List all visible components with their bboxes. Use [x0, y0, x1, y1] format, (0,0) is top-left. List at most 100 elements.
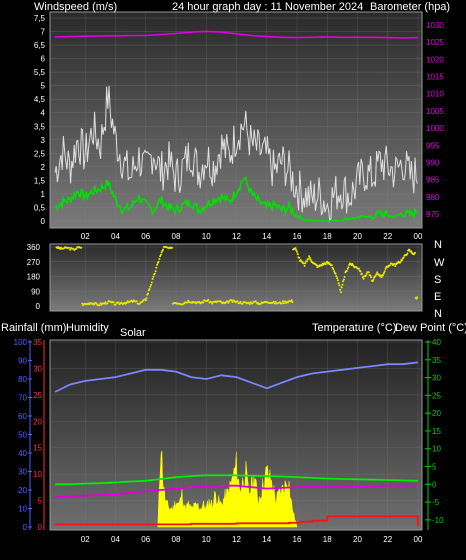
rain-y-tick-label: 15 [33, 444, 42, 453]
wind-direction-point [135, 300, 138, 303]
wind-direction-point [336, 279, 339, 282]
barometer-y-tick-label: 985 [426, 176, 440, 185]
weather-graph-page: Windspeed (m/s) 24 hour graph day : 11 N… [0, 0, 466, 555]
wind-direction-point [280, 302, 283, 305]
weather-graph-svg: Windspeed (m/s) 24 hour graph day : 11 N… [1, 1, 466, 544]
temperature-y-tick-label: -10 [432, 516, 444, 525]
wind-x-tick-label: 16 [293, 232, 302, 241]
wind-direction-point [342, 278, 345, 281]
wind-direction-point [339, 288, 342, 291]
wind-direction-point [308, 255, 311, 258]
wind-direction-point [156, 263, 159, 266]
wind-direction-point [347, 266, 350, 269]
wind-direction-point [401, 259, 404, 262]
humidity-y-tick-label: 20 [18, 486, 27, 495]
wind-direction-point [154, 270, 157, 273]
wind-direction-point [414, 251, 416, 254]
wind-direction-point [202, 301, 205, 304]
wind-direction-point [332, 268, 335, 270]
temperature-y-tick-label: 20 [432, 409, 441, 418]
wind-direction-point [383, 270, 386, 273]
wind-direction-point [291, 301, 294, 303]
wind-direction-point [236, 300, 239, 303]
wind-direction-point [251, 302, 254, 305]
compass-n-bottom: N [434, 308, 442, 320]
wind-direction-point [158, 258, 161, 260]
wind-direction-point [402, 256, 405, 259]
temp-x-tick-label: 04 [111, 535, 120, 544]
wind-direction-point [159, 253, 162, 256]
wind-direction-point [171, 246, 173, 249]
barometer-y-tick-label: 990 [426, 159, 440, 168]
humidity-y-tick-label: 100 [14, 338, 28, 347]
wind-direction-point [106, 302, 109, 305]
temperature-label: Temperature (°C) [312, 322, 396, 334]
wind-y-tick-label: 5,5 [34, 68, 46, 77]
wind-y-tick-label: 3,5 [34, 122, 46, 131]
wind-direction-point [153, 272, 156, 275]
wind-y-tick-label: 4,5 [34, 95, 46, 104]
temp-x-tick-label: 12 [232, 535, 241, 544]
wind-x-tick-label: 10 [202, 232, 211, 241]
wind-x-tick-label: 02 [81, 232, 90, 241]
wind-direction-point [342, 280, 345, 283]
temp-x-tick-label: 16 [293, 535, 302, 544]
compass-e: E [434, 291, 441, 303]
wind-direction-point [98, 304, 101, 307]
wind-y-tick-label: 6,5 [34, 41, 46, 50]
rain-y-tick-label: 10 [33, 470, 42, 479]
wind-x-tick-label: 04 [111, 232, 120, 241]
wind-direction-point [324, 263, 327, 266]
wind-y-tick-label: 0 [41, 217, 46, 226]
wind-direction-point [282, 302, 285, 305]
wind-direction-point [155, 266, 158, 269]
barometer-y-tick-label: 975 [426, 210, 440, 219]
humidity-y-tick-label: 90 [18, 357, 27, 366]
wind-direction-point [281, 300, 284, 303]
temperature-y-tick-label: 35 [432, 356, 441, 365]
wind-direction-point [296, 250, 298, 253]
wind-direction-point [186, 301, 189, 304]
graph-title: 24 hour graph day : 11 November 2024 [172, 1, 363, 13]
temp-x-tick-label: 10 [202, 535, 211, 544]
barometer-y-tick-label: 1000 [426, 124, 444, 133]
wind-y-tick-label: 1 [41, 190, 46, 199]
wind-direction-point [380, 276, 383, 279]
wind-x-tick-label: 00 [414, 232, 423, 241]
temperature-y-tick-label: 15 [432, 427, 441, 436]
wind-direction-point [148, 288, 151, 290]
wind-direction-point [416, 296, 419, 299]
wind-y-tick-label: 2,5 [34, 149, 46, 158]
temp-x-tick-label: 02 [81, 535, 90, 544]
wind-x-tick-label: 12 [232, 232, 241, 241]
wind-direction-point [358, 267, 360, 270]
temperature-y-tick-label: 0 [432, 480, 437, 489]
direction-y-tick-label: 0 [36, 302, 41, 311]
temp-x-tick-label: 14 [262, 535, 271, 544]
temperature-y-tick-label: -5 [432, 498, 440, 507]
temp-x-tick-label: 00 [414, 535, 423, 544]
wind-direction-point [345, 270, 348, 272]
wind-direction-point [226, 300, 229, 303]
barometer-y-tick-label: 995 [426, 141, 440, 150]
wind-direction-point [361, 272, 363, 275]
temp-x-tick-label: 18 [323, 535, 332, 544]
wind-direction-point [239, 300, 242, 303]
wind-x-tick-label: 22 [383, 232, 392, 241]
compass-n-top: N [434, 239, 442, 251]
wind-direction-point [117, 301, 120, 304]
wind-y-tick-label: 0,5 [34, 203, 46, 212]
humidity-y-tick-label: 40 [18, 449, 27, 458]
wind-direction-point [157, 260, 160, 263]
wind-direction-point [334, 272, 337, 275]
compass-s: S [434, 274, 441, 286]
wind-x-tick-label: 14 [262, 232, 271, 241]
wind-x-tick-label: 06 [141, 232, 150, 241]
wind-x-tick-label: 20 [353, 232, 362, 241]
wind-y-tick-label: 4 [41, 109, 46, 118]
barometer-axis-title: Barometer (hpa) [370, 1, 450, 13]
wind-y-tick-label: 3 [41, 136, 46, 145]
humidity-y-tick-label: 10 [18, 505, 27, 514]
wind-y-tick-label: 6 [41, 55, 46, 64]
wind-direction-point [372, 278, 375, 281]
